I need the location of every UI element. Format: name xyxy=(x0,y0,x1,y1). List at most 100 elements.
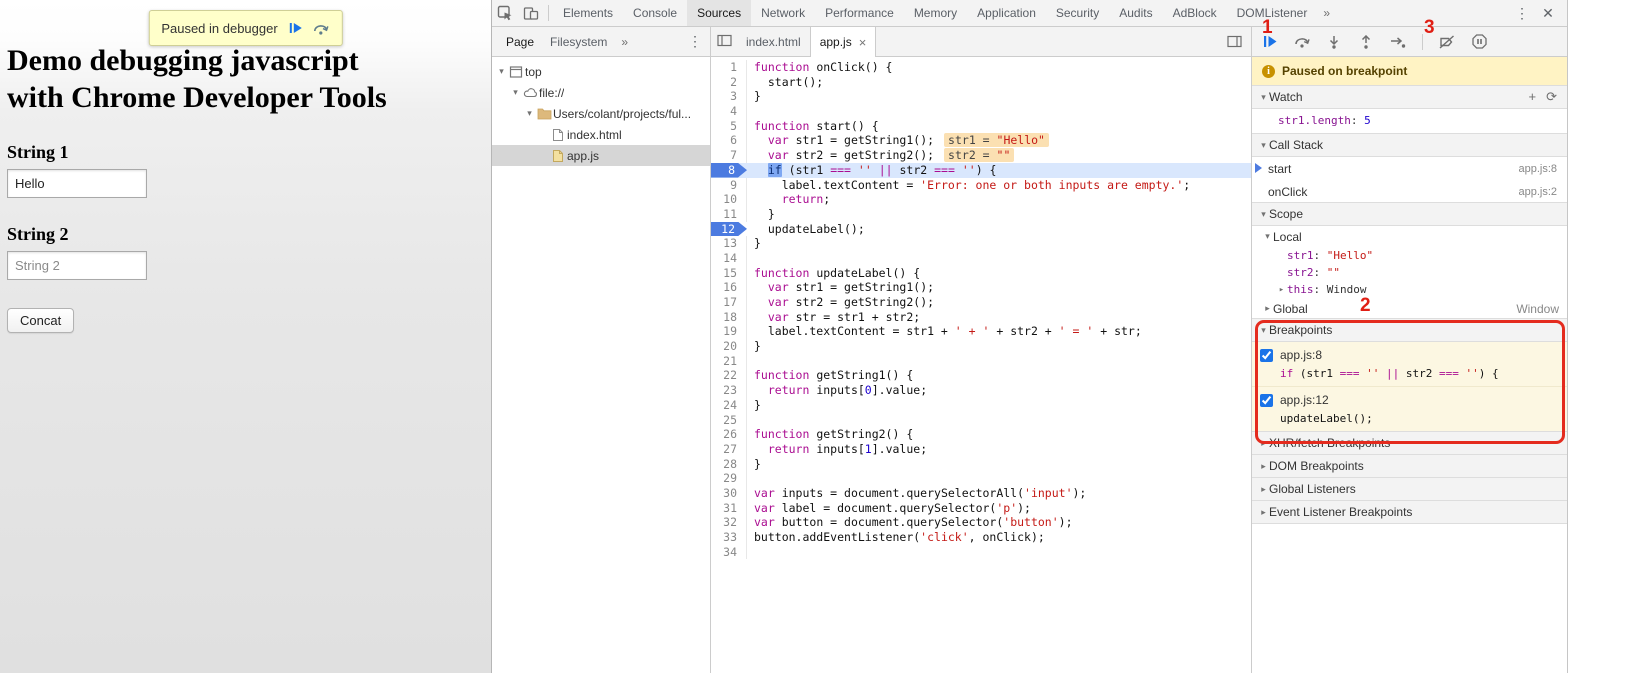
devtools-menu-icon[interactable]: ⋮ xyxy=(1511,5,1533,22)
scope-var-this[interactable]: ▸this: Window xyxy=(1252,281,1567,298)
line-number-30[interactable]: 30 xyxy=(711,486,747,501)
close-tab-icon[interactable]: × xyxy=(859,35,867,50)
line-number-12[interactable]: 12 xyxy=(711,222,747,237)
pause-on-exceptions-button[interactable] xyxy=(1471,32,1487,52)
editor-tab-app-js[interactable]: app.js × xyxy=(810,27,877,57)
call-stack-frame-onclick[interactable]: onClickapp.js:2 xyxy=(1252,180,1567,203)
breakpoint-code-snippet[interactable]: if (str1 === '' || str2 === '') { xyxy=(1252,367,1567,380)
step-over-button[interactable] xyxy=(1294,32,1310,52)
line-number-6[interactable]: 6 xyxy=(711,133,747,148)
line-number-28[interactable]: 28 xyxy=(711,457,747,472)
toggle-navigator-icon[interactable] xyxy=(711,27,737,53)
line-number-26[interactable]: 26 xyxy=(711,427,747,442)
scope-var-str2[interactable]: str2: "" xyxy=(1252,264,1567,281)
line-number-24[interactable]: 24 xyxy=(711,398,747,413)
line-number-16[interactable]: 16 xyxy=(711,280,747,295)
breakpoints-section-header[interactable]: ▾ Breakpoints xyxy=(1252,318,1567,342)
section-event-listener-breakpoints[interactable]: ▸Event Listener Breakpoints xyxy=(1252,500,1567,524)
scope-local-group[interactable]: ▾Local xyxy=(1252,226,1567,247)
line-number-8[interactable]: 8 xyxy=(711,163,747,178)
line-number-20[interactable]: 20 xyxy=(711,339,747,354)
tab-sources[interactable]: Sources xyxy=(687,0,751,26)
tree-item-index-html[interactable]: index.html xyxy=(492,124,710,145)
line-number-29[interactable]: 29 xyxy=(711,471,747,486)
string2-input[interactable] xyxy=(7,251,147,280)
line-number-11[interactable]: 11 xyxy=(711,207,747,222)
toggle-debugger-sidebar-icon[interactable] xyxy=(1221,29,1247,55)
line-number-2[interactable]: 2 xyxy=(711,75,747,90)
line-number-5[interactable]: 5 xyxy=(711,119,747,134)
line-number-27[interactable]: 27 xyxy=(711,442,747,457)
line-number-21[interactable]: 21 xyxy=(711,354,747,369)
code-editor[interactable]: 1function onClick() {2 start();3}45funct… xyxy=(711,57,1251,673)
add-watch-icon[interactable]: + xyxy=(1529,89,1537,105)
editor-tab-index-html[interactable]: index.html xyxy=(737,27,810,56)
tab-security[interactable]: Security xyxy=(1046,0,1109,26)
line-number-25[interactable]: 25 xyxy=(711,413,747,428)
tab-audits[interactable]: Audits xyxy=(1109,0,1162,26)
more-tabs-icon[interactable]: » xyxy=(1317,6,1336,20)
tree-item-file[interactable]: ▾file:// xyxy=(492,82,710,103)
breakpoint-code-snippet[interactable]: updateLabel(); xyxy=(1252,412,1567,425)
line-number-10[interactable]: 10 xyxy=(711,192,747,207)
tree-item-app-js[interactable]: app.js xyxy=(492,145,710,166)
scope-global-group[interactable]: ▸GlobalWindow xyxy=(1252,298,1567,319)
line-number-33[interactable]: 33 xyxy=(711,530,747,545)
navigator-menu-icon[interactable]: ⋮ xyxy=(684,33,706,50)
tab-performance[interactable]: Performance xyxy=(815,0,904,26)
section-dom-breakpoints[interactable]: ▸DOM Breakpoints xyxy=(1252,454,1567,478)
line-number-34[interactable]: 34 xyxy=(711,545,747,560)
deactivate-breakpoints-button[interactable] xyxy=(1439,32,1455,52)
navigator-tab-filesystem[interactable]: Filesystem xyxy=(542,27,615,57)
scope-section-header[interactable]: ▾ Scope xyxy=(1252,202,1567,226)
step-out-button[interactable] xyxy=(1358,32,1374,52)
tab-adblock[interactable]: AdBlock xyxy=(1163,0,1227,26)
line-number-14[interactable]: 14 xyxy=(711,251,747,266)
watch-expression[interactable]: str1.length: 5 xyxy=(1252,109,1567,134)
line-number-22[interactable]: 22 xyxy=(711,368,747,383)
line-number-1[interactable]: 1 xyxy=(711,60,747,75)
line-number-19[interactable]: 19 xyxy=(711,324,747,339)
line-number-3[interactable]: 3 xyxy=(711,89,747,104)
step-over-icon[interactable] xyxy=(313,15,330,41)
section-global-listeners[interactable]: ▸Global Listeners xyxy=(1252,477,1567,501)
navigator-tab-page[interactable]: Page xyxy=(498,27,542,57)
line-number-9[interactable]: 9 xyxy=(711,178,747,193)
line-number-31[interactable]: 31 xyxy=(711,501,747,516)
string1-input[interactable] xyxy=(7,169,147,198)
tab-network[interactable]: Network xyxy=(751,0,815,26)
tree-item-users-colant-projects-ful[interactable]: ▾Users/colant/projects/ful... xyxy=(492,103,710,124)
line-number-23[interactable]: 23 xyxy=(711,383,747,398)
code-line-31: 31var label = document.querySelector('p'… xyxy=(711,501,1251,516)
concat-button[interactable]: Concat xyxy=(7,308,74,333)
tree-item-top[interactable]: ▾top xyxy=(492,61,710,82)
line-number-17[interactable]: 17 xyxy=(711,295,747,310)
step-into-button[interactable] xyxy=(1326,32,1342,52)
line-number-15[interactable]: 15 xyxy=(711,266,747,281)
editor-tab-label: app.js xyxy=(820,35,852,49)
resume-script-icon[interactable] xyxy=(288,15,303,41)
call-stack-frame-start[interactable]: startapp.js:8 xyxy=(1252,157,1567,180)
tab-application[interactable]: Application xyxy=(967,0,1046,26)
line-number-7[interactable]: 7 xyxy=(711,148,747,163)
breakpoint-checkbox[interactable] xyxy=(1260,394,1273,407)
section-xhr-fetch-breakpoints[interactable]: ▸XHR/fetch Breakpoints xyxy=(1252,431,1567,455)
breakpoint-checkbox[interactable] xyxy=(1260,349,1273,362)
line-number-4[interactable]: 4 xyxy=(711,104,747,119)
step-button[interactable] xyxy=(1390,32,1406,52)
line-number-18[interactable]: 18 xyxy=(711,310,747,325)
watch-section-header[interactable]: ▾ Watch + ⟳ xyxy=(1252,85,1567,109)
tab-memory[interactable]: Memory xyxy=(904,0,967,26)
device-toolbar-icon[interactable] xyxy=(518,0,544,26)
inspect-element-icon[interactable] xyxy=(492,0,518,26)
tab-console[interactable]: Console xyxy=(623,0,687,26)
annotation-step-3: 3 xyxy=(1424,17,1435,39)
line-number-32[interactable]: 32 xyxy=(711,515,747,530)
refresh-watch-icon[interactable]: ⟳ xyxy=(1546,89,1557,105)
scope-var-str1[interactable]: str1: "Hello" xyxy=(1252,247,1567,264)
line-number-13[interactable]: 13 xyxy=(711,236,747,251)
tab-elements[interactable]: Elements xyxy=(553,0,623,26)
call-stack-section-header[interactable]: ▾ Call Stack xyxy=(1252,133,1567,157)
close-devtools-icon[interactable]: ✕ xyxy=(1537,5,1559,22)
navigator-more-tabs-icon[interactable]: » xyxy=(615,35,634,49)
